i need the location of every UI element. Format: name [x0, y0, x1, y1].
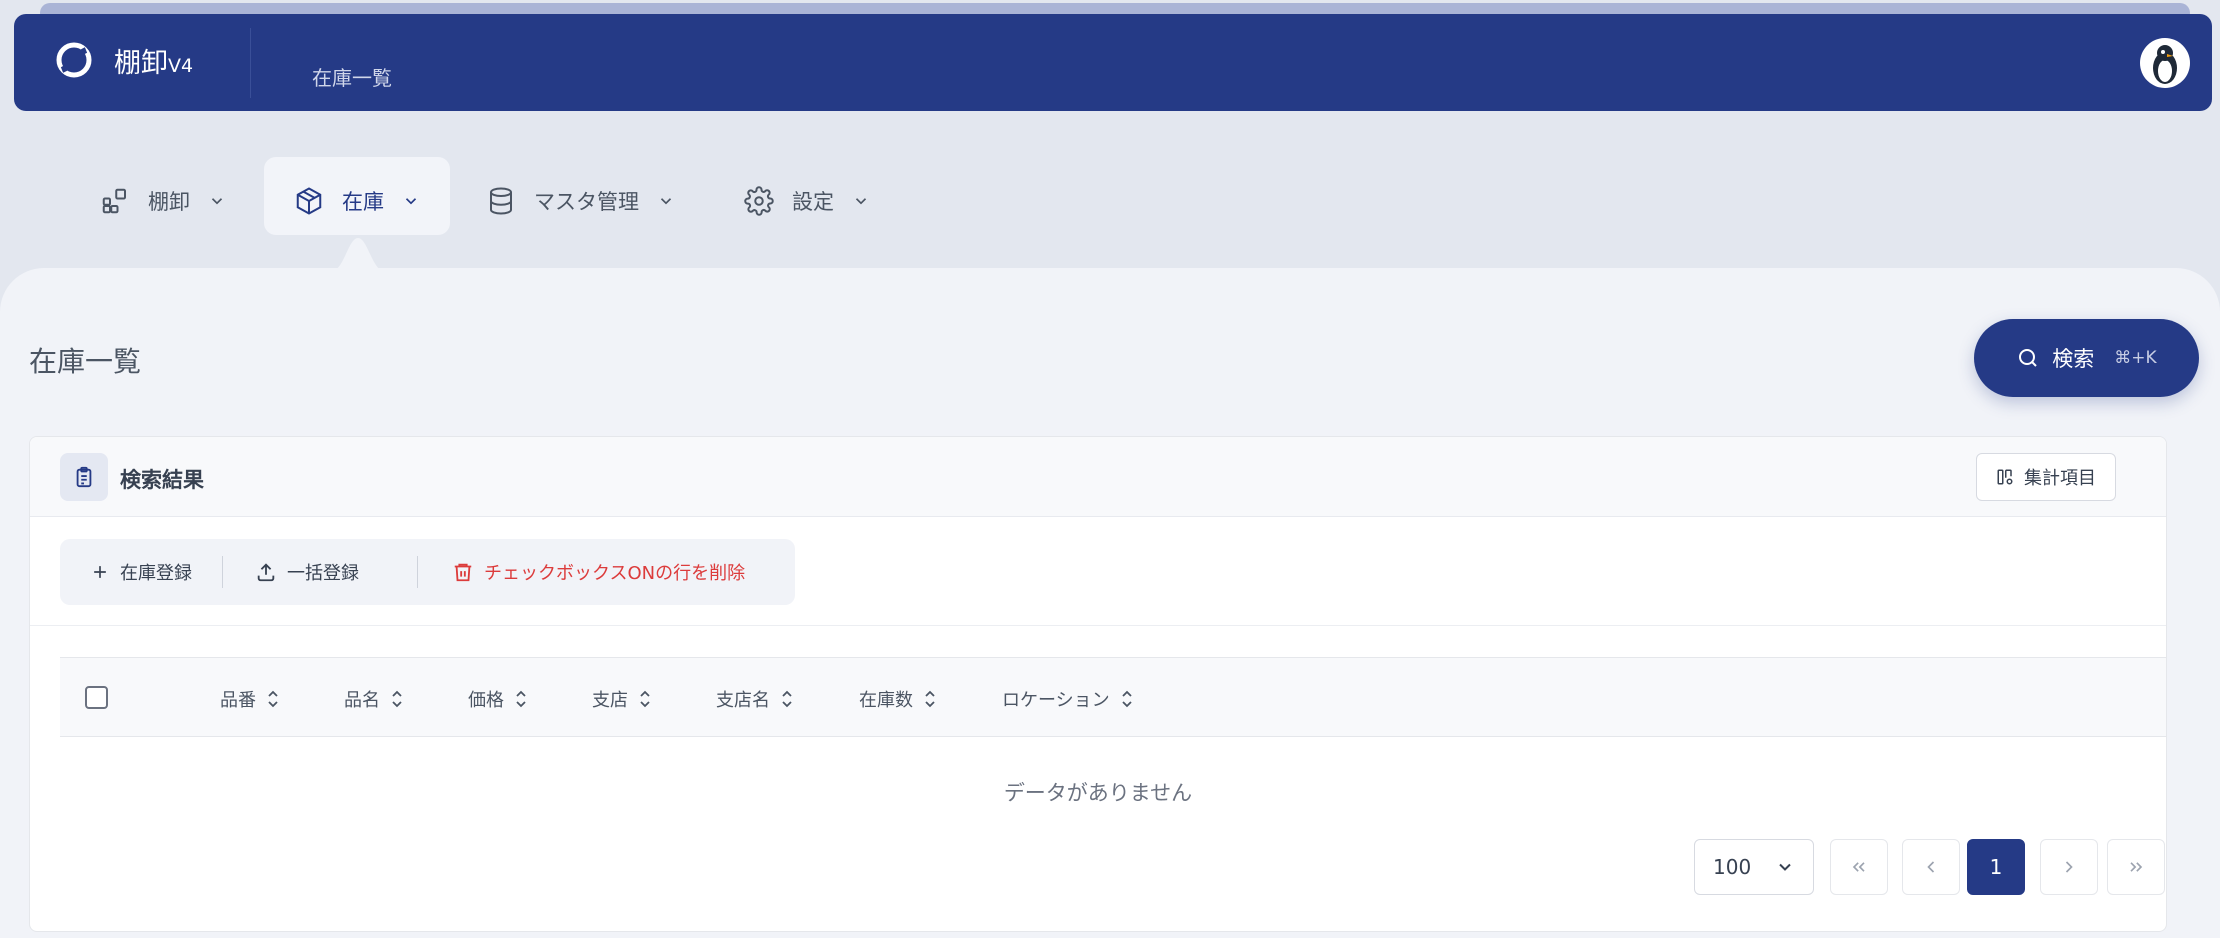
- box-icon: [296, 187, 322, 215]
- brand[interactable]: 棚卸V4: [54, 40, 193, 80]
- trash-icon: [454, 563, 472, 582]
- delete-checked-label: チェックボックスONの行を削除: [484, 563, 746, 584]
- column-label: 品名: [344, 690, 380, 711]
- aggregate-label: 集計項目: [2024, 468, 2096, 489]
- chevrons-left-icon: [1852, 862, 1865, 872]
- app-name: 棚卸: [114, 47, 168, 79]
- nav-item-master[interactable]: マスタ管理: [486, 168, 675, 234]
- aggregate-columns-button[interactable]: 集計項目: [1976, 453, 2116, 501]
- action-toolbar: 在庫登録 一括登録 チェックボックスONの行を削除: [60, 539, 795, 605]
- page-title: 在庫一覧: [29, 345, 142, 378]
- add-stock-label: 在庫登録: [120, 563, 192, 584]
- sort-icon: [516, 690, 526, 708]
- sort-icon: [925, 690, 935, 708]
- select-all-checkbox[interactable]: [85, 686, 108, 709]
- sort-icon: [1122, 690, 1132, 708]
- search-label: 検索: [2052, 347, 2095, 371]
- chevron-down-icon: [855, 198, 867, 205]
- column-header-zaikosu[interactable]: 在庫数: [859, 686, 937, 712]
- top-header: 棚卸V4 在庫一覧: [14, 14, 2212, 111]
- search-icon: [2019, 349, 2038, 367]
- chevron-down-icon: [405, 198, 417, 205]
- delete-checked-button[interactable]: チェックボックスONの行を削除: [418, 539, 745, 605]
- nav-item-settings[interactable]: 設定: [744, 168, 870, 234]
- search-shortcut: ⌘+K: [2114, 348, 2157, 368]
- current-page-number: 1: [1989, 855, 2003, 879]
- next-page-button[interactable]: [2040, 839, 2098, 895]
- plus-icon: [94, 566, 106, 578]
- chevron-down-icon: [1779, 863, 1791, 871]
- column-label: 支店: [592, 690, 628, 711]
- column-label: ロケーション: [1002, 690, 1110, 711]
- results-card: 検索結果 集計項目 在庫登録 一括登録 チェックボックスONの行を削除 品番 品: [29, 436, 2167, 932]
- chevron-right-icon: [2065, 861, 2073, 873]
- nav-item-zaiko[interactable]: 在庫: [294, 168, 420, 234]
- column-header-hinmei[interactable]: 品名: [344, 686, 404, 712]
- penguin-avatar-icon: [2153, 45, 2177, 84]
- column-header-kakaku[interactable]: 価格: [468, 686, 528, 712]
- app-version: V4: [168, 54, 194, 77]
- nav-label: マスタ管理: [534, 190, 639, 214]
- table-header: 品番 品名 価格 支店 支店名 在庫数 ロケーション: [60, 657, 2166, 737]
- gear-icon: [744, 186, 774, 216]
- columns-settings-icon: [1997, 469, 2013, 485]
- search-button[interactable]: 検索 ⌘+K: [1974, 319, 2199, 397]
- results-card-header: 検索結果 集計項目: [30, 437, 2166, 517]
- database-icon: [490, 187, 512, 215]
- logo-icon: [56, 42, 92, 78]
- section-divider: [30, 625, 2166, 626]
- per-page-select[interactable]: 100: [1694, 839, 1814, 895]
- chevron-down-icon: [211, 198, 223, 205]
- add-stock-button[interactable]: 在庫登録: [60, 539, 222, 605]
- per-page-value: 100: [1713, 855, 1752, 879]
- column-header-hinban[interactable]: 品番: [220, 686, 280, 712]
- chevrons-right-icon: [2130, 862, 2143, 872]
- chevron-down-icon: [660, 198, 672, 205]
- chevron-left-icon: [1927, 861, 1935, 873]
- sort-icon: [640, 690, 650, 708]
- bulk-register-button[interactable]: 一括登録: [223, 539, 417, 605]
- prev-page-button[interactable]: [1902, 839, 1960, 895]
- column-label: 品番: [220, 690, 256, 711]
- empty-message: データがありません: [1003, 781, 1193, 805]
- column-header-location[interactable]: ロケーション: [1002, 686, 1134, 712]
- sort-icon: [268, 690, 278, 708]
- sort-icon: [782, 690, 792, 708]
- blocks-icon: [102, 188, 126, 214]
- column-header-shitenmei[interactable]: 支店名: [716, 686, 794, 712]
- nav-active-notch: [330, 238, 386, 272]
- page-button-current[interactable]: 1: [1967, 839, 2025, 895]
- header-divider: [250, 28, 251, 98]
- last-page-button[interactable]: [2107, 839, 2165, 895]
- sort-icon: [392, 690, 402, 708]
- first-page-button[interactable]: [1830, 839, 1888, 895]
- nav-item-tanaoroshi[interactable]: 棚卸: [100, 168, 226, 234]
- results-title: 検索結果: [120, 468, 204, 492]
- column-label: 在庫数: [859, 690, 913, 711]
- header-page-title: 在庫一覧: [312, 66, 392, 90]
- column-header-shiten[interactable]: 支店: [592, 686, 652, 712]
- upload-icon: [257, 563, 275, 582]
- column-label: 支店名: [716, 690, 770, 711]
- nav-label: 在庫: [342, 190, 384, 214]
- column-label: 価格: [468, 690, 504, 711]
- nav-label: 棚卸: [148, 190, 190, 214]
- nav-label: 設定: [792, 190, 834, 214]
- user-avatar[interactable]: [2140, 38, 2190, 88]
- clipboard-icon: [60, 453, 108, 501]
- bulk-register-label: 一括登録: [287, 563, 359, 584]
